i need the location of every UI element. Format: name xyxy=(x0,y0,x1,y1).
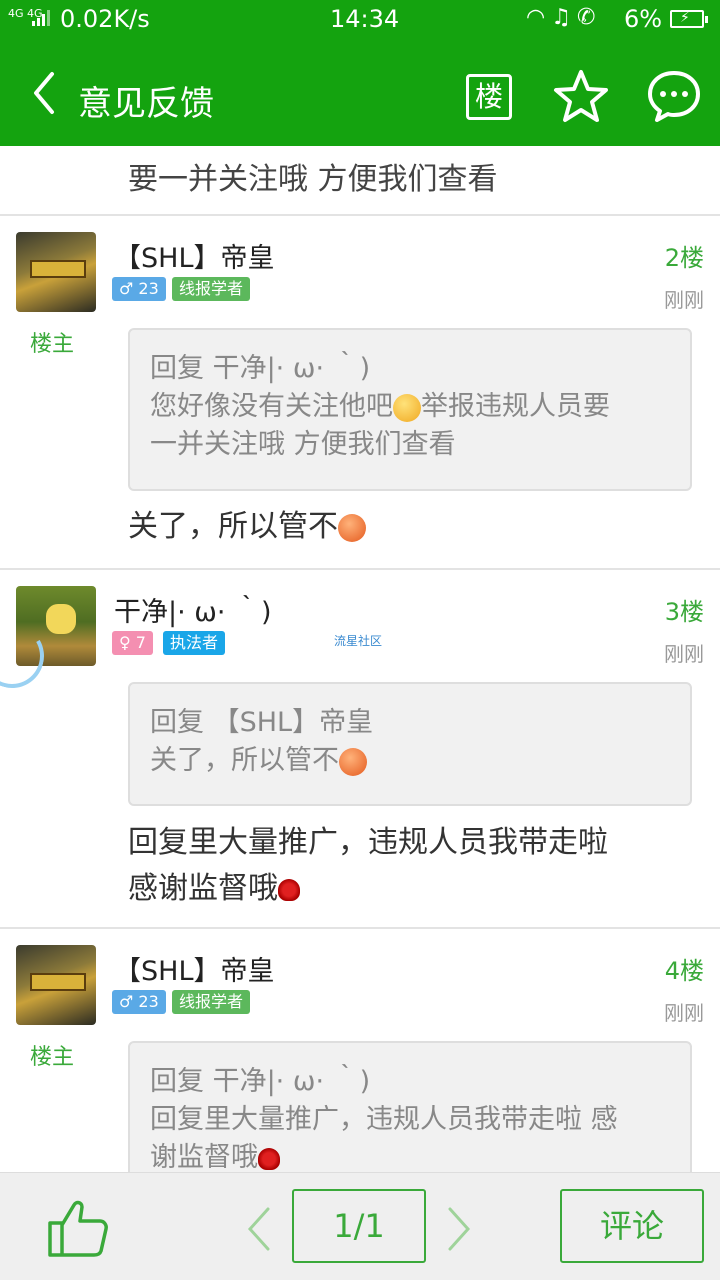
page-indicator[interactable]: 1/1 xyxy=(292,1189,426,1263)
floor-number: 3楼 xyxy=(664,598,704,626)
battery-icon: ⚡ xyxy=(670,10,708,28)
avatar[interactable] xyxy=(16,232,96,312)
reply-line: 感谢监督哦 xyxy=(128,866,698,912)
angry-emoji-icon xyxy=(339,747,367,776)
post-list[interactable]: 要一并关注哦 方便我们查看 楼主 【SHL】帝皇 ♂ 23 线报学者 2楼 刚刚… xyxy=(0,146,720,1172)
post-time: 刚刚 xyxy=(664,1001,704,1025)
owner-label: 楼主 xyxy=(30,1045,75,1070)
username[interactable]: 【SHL】帝皇 xyxy=(114,949,274,988)
clock: 14:34 xyxy=(330,5,400,33)
angry-emoji-icon xyxy=(338,513,366,542)
headset-icon: ◠ xyxy=(526,5,552,30)
battery-percent: 6% xyxy=(624,5,663,33)
floor-number: 2楼 xyxy=(664,244,704,272)
status-icons: ◠♫✆ xyxy=(526,5,601,30)
next-page-icon[interactable] xyxy=(444,1205,474,1253)
divider xyxy=(0,927,720,929)
app-bar: 意见反馈 楼 xyxy=(0,40,720,146)
quote-block[interactable]: 回复 【SHL】帝皇 关了，所以管不 xyxy=(128,682,692,806)
quote-block[interactable]: 回复 干净|· ω· ｀) 回复里大量推广，违规人员我带走啦 感 谢监督哦 xyxy=(128,1041,692,1172)
chat-bubble-icon[interactable] xyxy=(646,68,702,124)
quote-line: 谢监督哦 xyxy=(150,1139,670,1172)
gender-level-badge: ♀ 7 xyxy=(112,631,153,655)
divider xyxy=(0,214,720,216)
quote-line: 回复 【SHL】帝皇 xyxy=(150,707,374,738)
owner-label: 楼主 xyxy=(30,332,75,357)
gender-level-badge: ♂ 23 xyxy=(112,277,166,301)
quote-line: 您好像没有关注他吧 举报违规人员要 xyxy=(150,391,610,422)
hd-call-icon: ✆ xyxy=(576,5,602,30)
title-badge: 线报学者 xyxy=(172,990,251,1014)
star-icon[interactable] xyxy=(552,68,610,126)
status-bar: 4G 4G 0.02K/s 14:34 ◠♫✆ 6% ⚡ xyxy=(0,0,720,40)
reply-text: 回复里大量推广，违规人员我带走啦 感谢监督哦 xyxy=(128,820,698,912)
mute-icon: ♫ xyxy=(551,5,577,30)
quote-line: 回复 干净|· ω· ｀) xyxy=(150,353,371,384)
post-time: 刚刚 xyxy=(664,642,704,666)
signal-icon xyxy=(32,10,52,26)
gender-level-badge: ♂ 23 xyxy=(112,990,166,1014)
thumbs-up-icon[interactable] xyxy=(46,1197,110,1259)
reply-text: 关了，所以管不 xyxy=(128,504,698,550)
quote-line: 回复里大量推广，违规人员我带走啦 感 xyxy=(150,1104,618,1135)
post-time: 刚刚 xyxy=(664,288,704,312)
bottom-bar: 1/1 评论 xyxy=(0,1172,720,1280)
divider xyxy=(0,568,720,570)
floor-jump-button[interactable]: 楼 xyxy=(466,74,512,120)
previous-page-icon[interactable] xyxy=(244,1205,274,1253)
quote-block[interactable]: 回复 干净|· ω· ｀) 您好像没有关注他吧 举报违规人员要 一并关注哦 方便我… xyxy=(128,328,692,491)
page-title: 意见反馈 xyxy=(78,84,214,124)
title-badge: 执法者 xyxy=(163,631,226,655)
back-arrow-icon[interactable] xyxy=(28,68,68,118)
quote-line: 回复 干净|· ω· ｀) xyxy=(150,1066,371,1097)
comment-button[interactable]: 评论 xyxy=(560,1189,704,1263)
quote-line: 关了，所以管不 xyxy=(150,742,670,780)
username[interactable]: 【SHL】帝皇 xyxy=(114,236,274,275)
reply-line: 回复里大量推广，违规人员我带走啦 xyxy=(128,825,608,860)
quote-line: 一并关注哦 方便我们查看 xyxy=(150,429,456,460)
thinking-emoji-icon xyxy=(393,393,421,422)
rose-emoji-icon xyxy=(278,878,300,901)
username[interactable]: 干净|· ω· ｀) xyxy=(114,590,272,629)
watermark: 流星社区 xyxy=(334,634,383,648)
previous-post-tail: 要一并关注哦 方便我们查看 xyxy=(128,162,498,197)
avatar[interactable] xyxy=(16,945,96,1025)
title-badge: 线报学者 xyxy=(172,277,251,301)
floor-number: 4楼 xyxy=(664,957,704,985)
network-speed: 0.02K/s xyxy=(60,5,150,33)
rose-emoji-icon xyxy=(258,1147,280,1170)
